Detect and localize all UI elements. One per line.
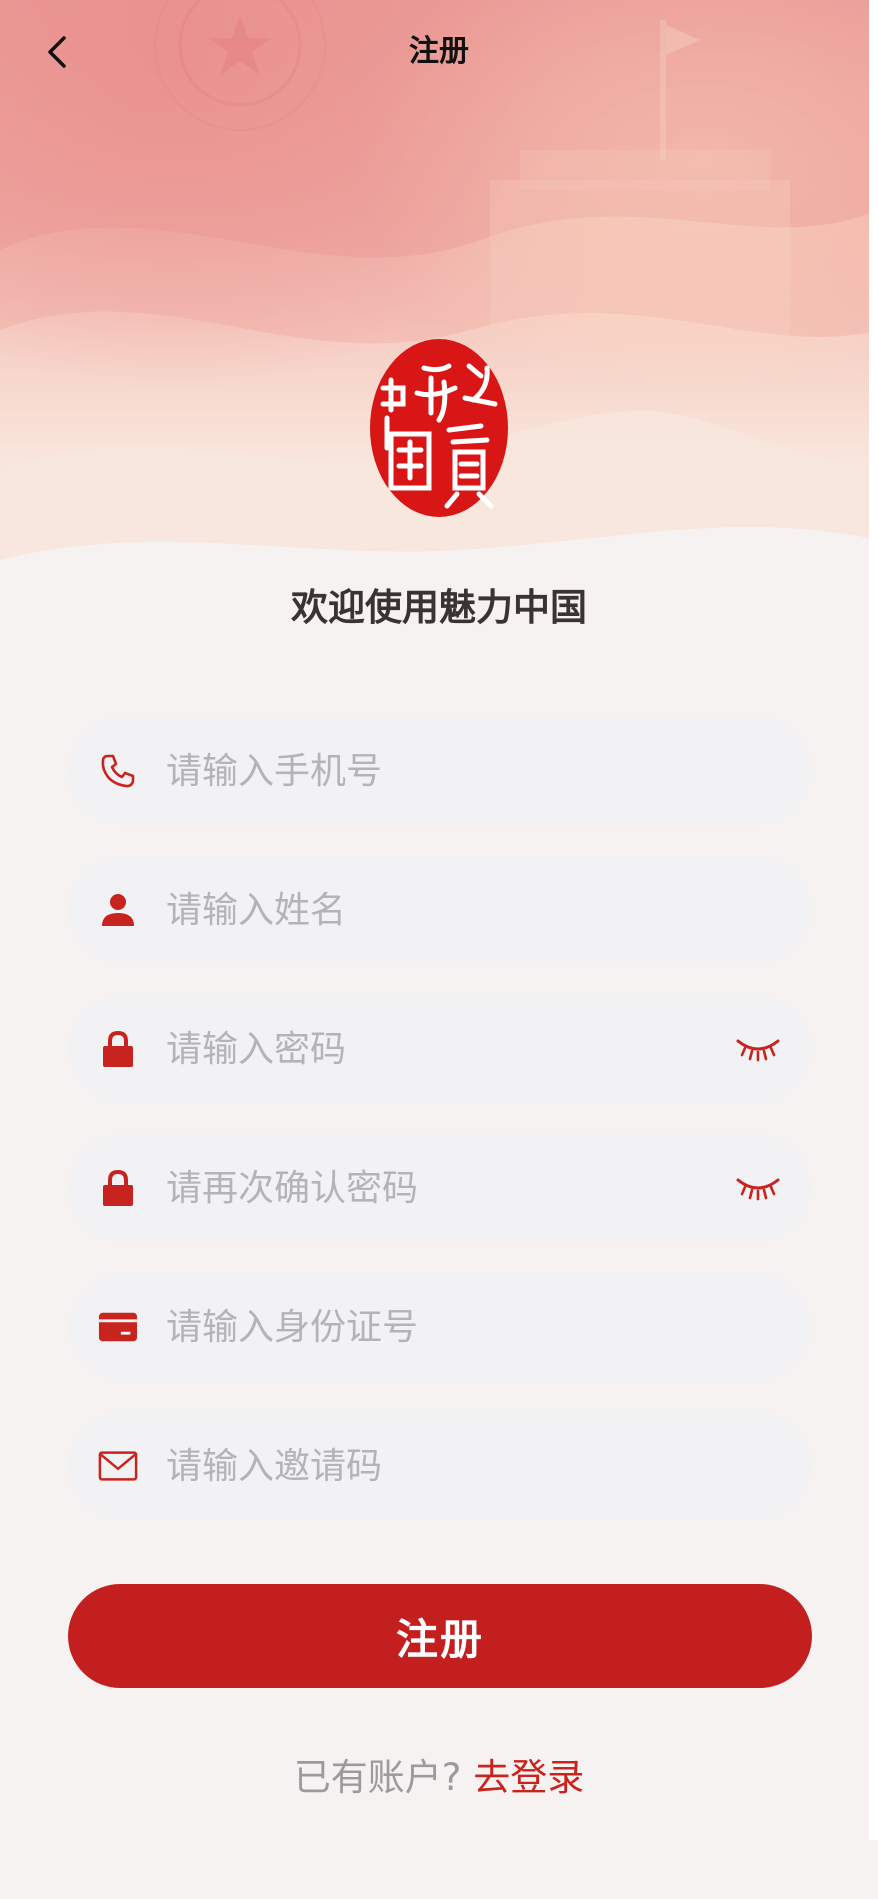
invite-code-input[interactable]	[166, 1412, 686, 1520]
password-visibility-toggle[interactable]	[735, 1035, 781, 1063]
seal-logo-icon	[370, 339, 508, 517]
eye-closed-icon	[736, 1178, 780, 1201]
confirm-visibility-toggle[interactable]	[735, 1174, 781, 1202]
phone-field	[68, 717, 811, 825]
page-title: 注册	[409, 34, 469, 69]
confirm-password-input[interactable]	[166, 1134, 686, 1242]
phone-icon	[98, 751, 138, 791]
name-input[interactable]	[166, 856, 686, 964]
mail-icon	[98, 1446, 138, 1486]
edge-strip	[869, 0, 878, 1840]
user-icon	[98, 890, 138, 930]
login-prompt: 已有账户? 去登录	[0, 1752, 878, 1804]
name-field	[68, 856, 811, 964]
login-question: 已有账户?	[293, 1756, 474, 1799]
card-icon	[98, 1307, 138, 1347]
id-card-input[interactable]	[166, 1273, 686, 1381]
eye-closed-icon	[736, 1039, 780, 1062]
login-link[interactable]: 去登录	[473, 1756, 584, 1799]
confirm-password-field	[68, 1134, 811, 1242]
invite-code-field	[68, 1412, 811, 1520]
id-card-field	[68, 1273, 811, 1381]
password-input[interactable]	[166, 995, 686, 1103]
logo	[369, 338, 509, 518]
phone-input[interactable]	[166, 717, 686, 825]
welcome-heading: 欢迎使用魅力中国	[291, 586, 587, 629]
lock-icon	[98, 1168, 138, 1208]
password-field	[68, 995, 811, 1103]
register-button[interactable]: 注册	[68, 1584, 812, 1688]
top-bar: 注册	[0, 0, 878, 104]
lock-icon	[98, 1029, 138, 1069]
